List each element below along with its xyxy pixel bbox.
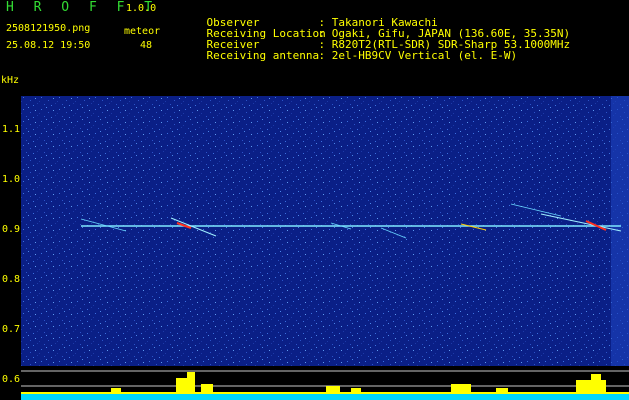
antenna-row: Receiving antenna: 2el-HB9CV Vertical (e… xyxy=(180,39,518,72)
header-panel: H R O F F T 1.0.0 2508121950.png 25.08.1… xyxy=(0,0,629,61)
spectrogram-background xyxy=(21,96,629,400)
spectrogram xyxy=(21,96,629,400)
file-name: 2508121950.png xyxy=(6,23,91,34)
freq-tick: 1.1 xyxy=(2,124,21,135)
freq-tick: 0.6 xyxy=(2,374,21,385)
freq-axis: 1.1 1.0 0.9 0.8 0.7 0.6 xyxy=(0,96,21,400)
freq-tick: 1.0 xyxy=(2,174,21,185)
freq-tick: 0.8 xyxy=(2,274,21,285)
time-axis: 1951 1952 1953 1954 1955 1956 1957 1958 … xyxy=(0,78,629,170)
antenna-label: Receiving antenna xyxy=(206,49,320,62)
freq-tick: 0.7 xyxy=(2,324,21,335)
app-version: 1.0.0 xyxy=(126,3,157,14)
freq-tick: 0.9 xyxy=(2,224,21,235)
freq-unit-label: kHz xyxy=(1,75,20,86)
antenna-value: : 2el-HB9CV Vertical (el. E-W) xyxy=(318,49,518,62)
meteor-label: meteor xyxy=(124,26,161,37)
meteor-count: 48 xyxy=(140,40,153,51)
baseline-band xyxy=(21,394,629,400)
file-datetime: 25.08.12 19:50 xyxy=(6,40,91,51)
